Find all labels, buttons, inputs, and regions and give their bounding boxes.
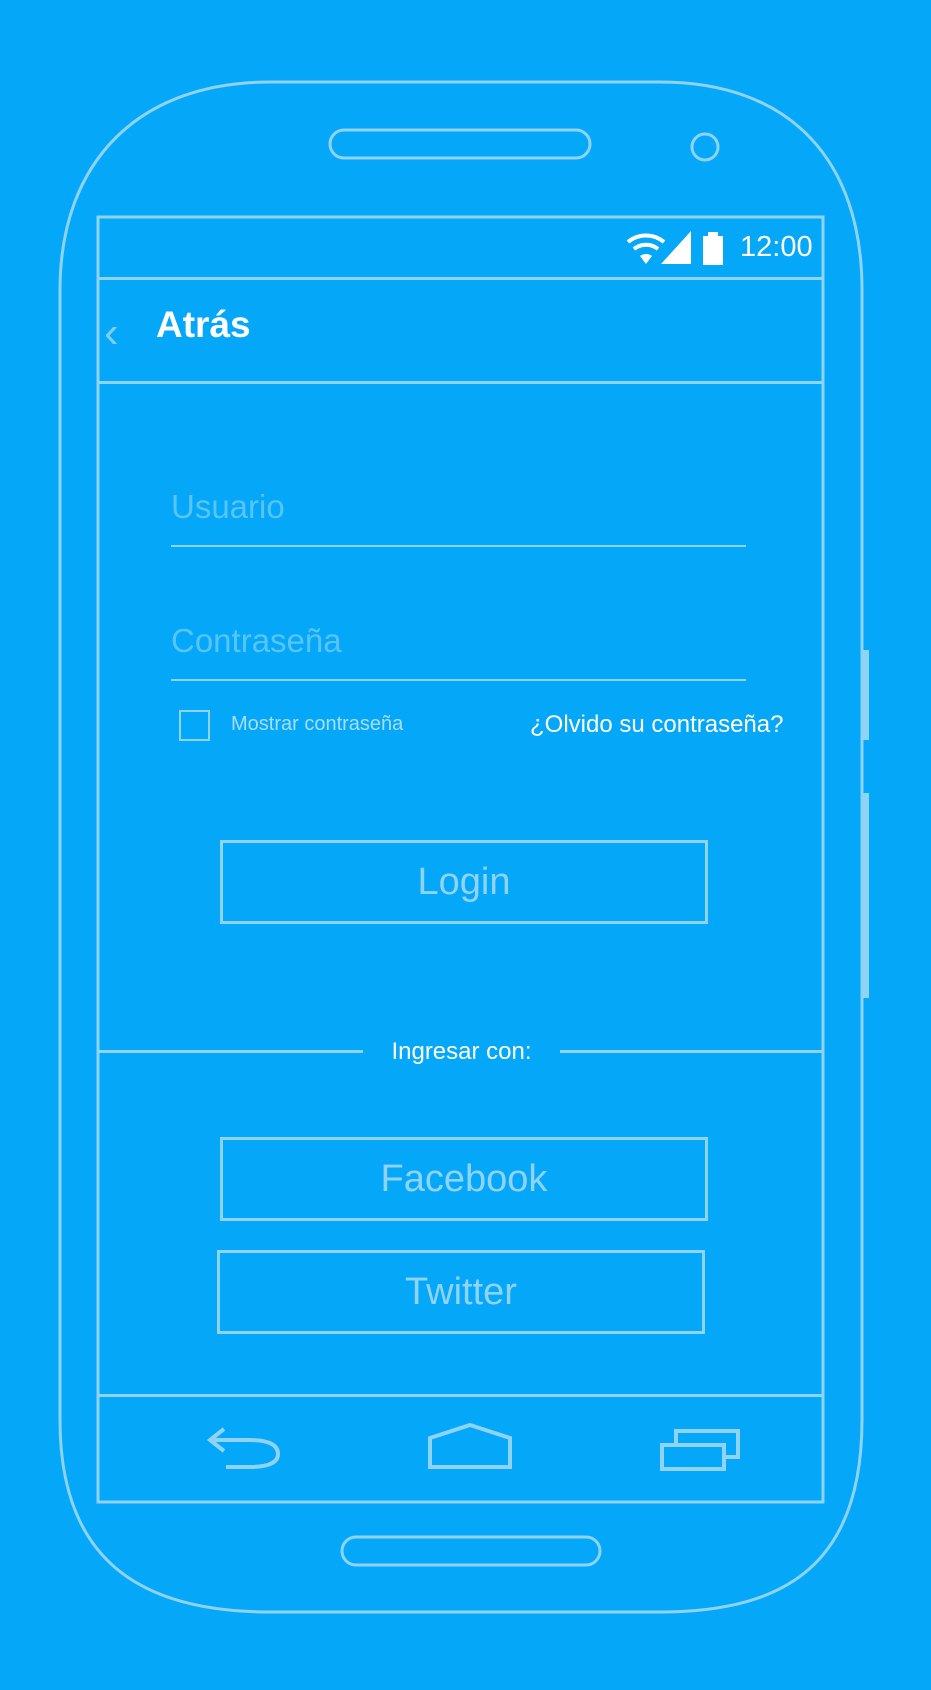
app-bar: ‹ Atrás (98, 280, 823, 382)
bottom-speaker (340, 1535, 602, 1567)
app-bar-title: Atrás (156, 304, 251, 345)
status-time: 12:00 (740, 231, 813, 263)
signal-icon (661, 231, 691, 264)
recents-nav-icon[interactable] (660, 1427, 740, 1471)
back-nav-icon[interactable] (204, 1427, 282, 1469)
username-field[interactable]: Usuario (171, 480, 746, 548)
social-login-label: Ingresar con: (391, 1038, 532, 1065)
home-nav-icon[interactable] (428, 1423, 512, 1469)
chevron-left-icon: ‹ (104, 308, 119, 357)
password-placeholder: Contraseña (171, 622, 342, 659)
facebook-button[interactable]: Facebook (220, 1137, 708, 1221)
earpiece-speaker (328, 128, 592, 160)
username-placeholder: Usuario (171, 488, 285, 525)
login-button[interactable]: Login (220, 840, 708, 924)
show-password-checkbox[interactable] (179, 710, 210, 741)
password-field[interactable]: Contraseña (171, 614, 746, 682)
twitter-button[interactable]: Twitter (217, 1250, 705, 1334)
forgot-password-link[interactable]: ¿Olvido su contraseña? (530, 711, 783, 739)
show-password-label: Mostrar contraseña (231, 713, 404, 735)
status-bar: 12:00 (98, 217, 823, 279)
battery-icon (703, 232, 723, 265)
back-button[interactable]: ‹ Atrás (98, 280, 268, 380)
front-camera (690, 132, 720, 162)
nav-bar (98, 1397, 823, 1502)
